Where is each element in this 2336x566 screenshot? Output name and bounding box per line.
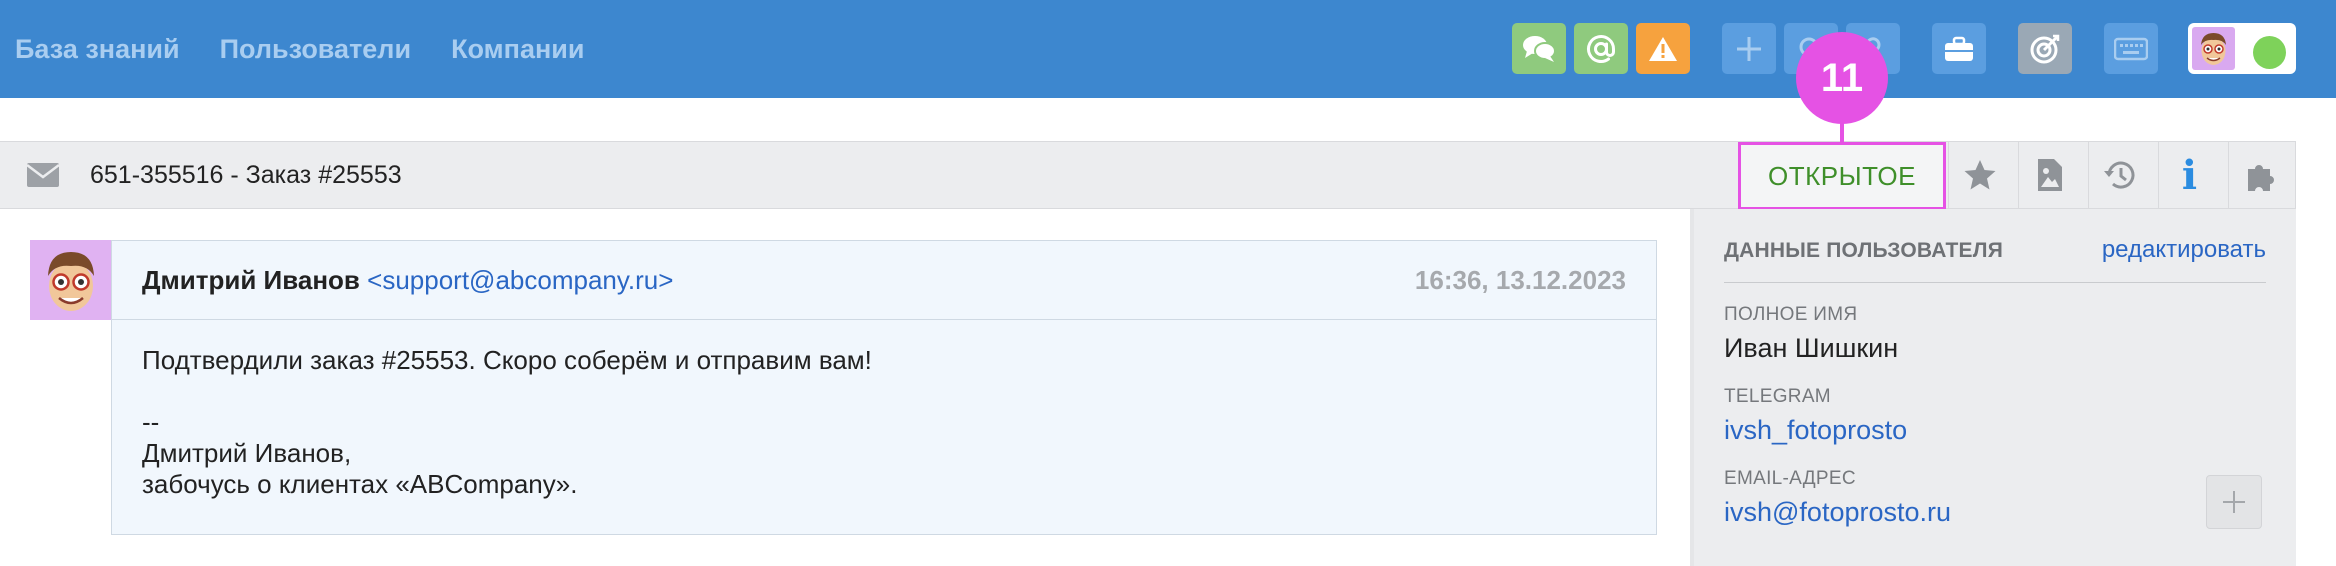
panel-header: ДАННЫЕ ПОЛЬЗОВАТЕЛЯ редактировать xyxy=(1724,236,2266,283)
add-button[interactable] xyxy=(1722,23,1776,74)
star-icon xyxy=(1964,160,1995,190)
field-value-full-name: Иван Шишкин xyxy=(1724,333,1899,363)
message-line: -- xyxy=(142,407,160,437)
mentions-button[interactable] xyxy=(1574,23,1628,74)
main-nav: База знаний Пользователи Компании xyxy=(15,0,624,98)
message-sender: Дмитрий Иванов <support@abcompany.ru> xyxy=(142,241,673,320)
favorite-button[interactable] xyxy=(1948,142,2010,208)
top-navigation-bar: База знаний Пользователи Компании xyxy=(0,0,2336,98)
panel-title: ДАННЫЕ ПОЛЬЗОВАТЕЛЯ xyxy=(1724,239,2003,262)
nav-users[interactable]: Пользователи xyxy=(220,34,411,65)
nav-knowledge-base[interactable]: База знаний xyxy=(15,34,180,65)
message-card: Дмитрий Иванов <support@abcompany.ru> 16… xyxy=(111,240,1657,535)
file-image-icon xyxy=(2037,159,2062,191)
history-icon xyxy=(2103,161,2134,189)
sender-email-link[interactable]: <support@abcompany.ru> xyxy=(367,265,673,295)
puzzle-icon xyxy=(2247,165,2274,191)
agent-avatar-icon xyxy=(2201,33,2226,65)
plus-icon xyxy=(1737,36,1761,61)
keyboard-button[interactable] xyxy=(2104,23,2158,74)
briefcase-button[interactable] xyxy=(1932,23,1986,74)
history-button[interactable] xyxy=(2088,142,2150,208)
nav-companies[interactable]: Компании xyxy=(451,34,584,65)
ticket-status-button[interactable]: ОТКРЫТОЕ xyxy=(1738,142,1946,210)
avatar xyxy=(2192,27,2235,70)
chat-button[interactable] xyxy=(1512,23,1566,74)
callout-badge: 11 xyxy=(1796,32,1888,124)
sender-name: Дмитрий Иванов xyxy=(142,265,360,295)
keyboard-icon xyxy=(2114,37,2148,60)
message-line xyxy=(142,376,872,407)
edit-user-link[interactable]: редактировать xyxy=(2102,236,2266,264)
plugins-button[interactable] xyxy=(2228,142,2290,208)
online-status-indicator xyxy=(2253,36,2286,69)
at-icon xyxy=(1587,34,1615,63)
message-line: Подтвердили заказ #25553. Скоро соберём … xyxy=(142,345,872,375)
message-header: Дмитрий Иванов <support@abcompany.ru> 16… xyxy=(112,241,1656,320)
message-timestamp: 16:36, 13.12.2023 xyxy=(1414,265,1626,295)
field-label-full-name: ПОЛНОЕ ИМЯ xyxy=(1724,304,1858,325)
briefcase-icon xyxy=(1945,36,1973,61)
sender-avatar-icon xyxy=(48,252,94,311)
sender-avatar xyxy=(30,240,112,320)
info-icon: i xyxy=(2181,151,2198,199)
alerts-button[interactable] xyxy=(1636,23,1690,74)
message-body: Подтвердили заказ #25553. Скоро соберём … xyxy=(142,345,872,500)
field-value-telegram[interactable]: ivsh_fotoprosto xyxy=(1724,415,1907,446)
envelope-icon xyxy=(26,163,60,187)
message-line: забочусь о клиентах «ABCompany». xyxy=(142,469,578,499)
user-data-panel: ДАННЫЕ ПОЛЬЗОВАТЕЛЯ редактировать ПОЛНОЕ… xyxy=(1694,209,2296,566)
info-button[interactable]: i xyxy=(2158,142,2220,208)
warning-icon xyxy=(1649,36,1677,61)
field-label-telegram: TELEGRAM xyxy=(1724,386,1831,407)
field-value-email[interactable]: ivsh@fotoprosto.ru xyxy=(1724,497,1951,528)
target-icon xyxy=(2030,34,2060,63)
chat-icon xyxy=(1523,35,1556,62)
ticket-title: 651-355516 - Заказ #25553 xyxy=(90,161,402,189)
add-field-button[interactable] xyxy=(2206,475,2262,529)
attachments-button[interactable] xyxy=(2018,142,2080,208)
message-line: Дмитрий Иванов, xyxy=(142,438,352,468)
target-button[interactable] xyxy=(2018,23,2072,74)
plus-icon xyxy=(2223,491,2245,513)
field-label-email: EMAIL-АДРЕС xyxy=(1724,468,1856,489)
current-user-menu[interactable] xyxy=(2188,23,2296,74)
